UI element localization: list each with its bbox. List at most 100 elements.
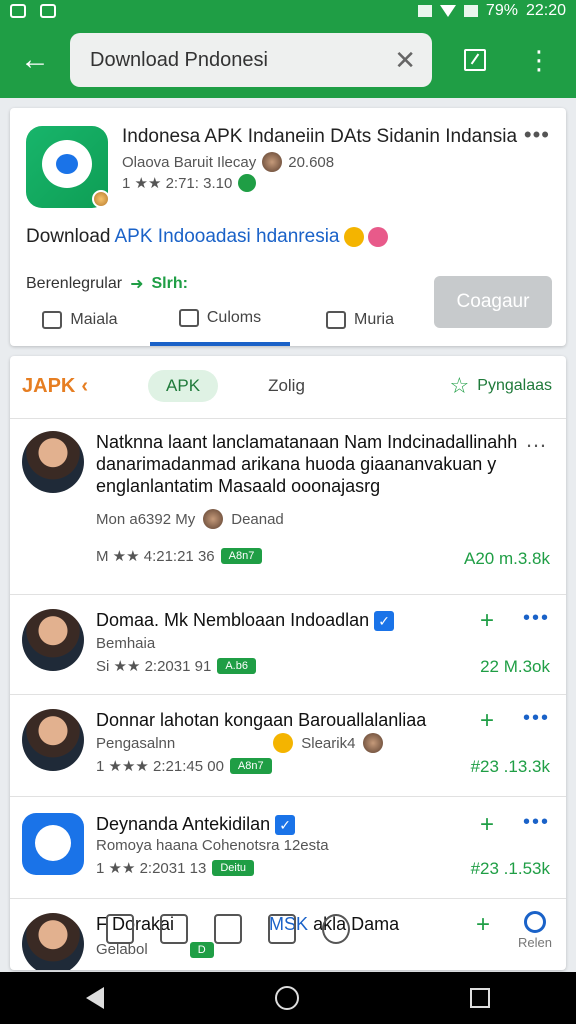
bag-icon[interactable] [214,914,242,944]
list-tabs: JAPK ‹ APK Zolig ☆ Pyngalaas [10,366,566,406]
search-field[interactable]: Download Pndonesi ✕ [70,33,432,87]
item-title: Donnar lahotan kongaan Barouallalanliaa [96,710,427,730]
tab-icon[interactable] [106,914,134,944]
star-outline-icon: ☆ [449,373,470,398]
primary-button[interactable]: Coagaur [434,276,552,328]
avatar-icon [363,733,384,753]
add-icon[interactable]: + [476,911,490,939]
clear-icon[interactable]: ✕ [394,45,416,76]
item-title: Deynanda Antekidilan ✓ [96,813,296,835]
avatar [22,913,84,970]
download-link[interactable]: APK Indooadasi hdanresia [115,226,340,248]
register-link[interactable]: Slrh: [151,275,187,293]
arrow-right-icon: ➜ [130,276,144,293]
version-badge: A8n7 [220,548,263,564]
edit-icon[interactable] [464,49,486,71]
list-item[interactable]: Natknna laant lanclamatanaan Nam Indcina… [10,418,566,594]
item-title: Domaa. Mk Nembloaan Indoadlan ✓ [96,609,395,631]
add-icon[interactable]: + [480,707,494,735]
version-badge: A8n7 [229,758,272,774]
battery-level: 79% [485,2,518,19]
verified-icon: ✓ [374,611,395,631]
version-badge: A.b6 [217,658,256,674]
emoji-icon [343,227,364,247]
more-horiz-icon[interactable]: ••• [523,607,550,630]
search-icon [524,911,547,933]
item-subtitle: Mon a6392 My Deanad [96,509,284,529]
item-price[interactable]: #23 .13.3k [471,757,550,777]
item-meta: Si ★★ 2:2031 91 A.b6 [96,657,256,675]
japk-logo: JAPK ‹ [22,374,89,398]
vibrate-icon [417,5,432,17]
avatar [22,431,84,493]
signal-icon [463,5,478,17]
overlay-icons [106,914,376,944]
document-icon[interactable] [160,914,188,944]
avatar [22,609,84,671]
clipboard-icon[interactable] [268,914,296,944]
item-title: Natknna laant lanclamatanaan Nam Indcina… [96,432,518,496]
add-icon[interactable]: + [480,607,494,635]
clock: 22:20 [525,2,566,19]
item-price[interactable]: A20 m.3.8k [464,549,550,569]
app-list-card: JAPK ‹ APK Zolig ☆ Pyngalaas Natknna laa… [10,356,566,970]
list-item[interactable]: Deynanda Antekidilan ✓ + ••• Romoya haan… [10,796,566,898]
nav-recents-icon[interactable] [470,988,491,1008]
list-item[interactable]: Donnar lahotan kongaan Barouallalanliaa … [10,694,566,796]
thumb-up-icon [42,311,63,329]
comment-icon [178,309,199,327]
nav-back-icon[interactable] [85,987,104,1009]
app-toolbar: ← Download Pndonesi ✕ ⋮ [0,22,576,98]
share-icon [325,311,346,329]
item-meta: M ★★ 4:21:21 36 A8n7 [96,547,263,565]
clock-icon[interactable] [322,914,350,944]
download-line: Download APK Indooadasi hdanresia [26,226,388,248]
more-horiz-icon[interactable]: ••• [523,811,550,834]
featured-actions: Maiala Culoms Muria [10,294,430,346]
featured-app-card: Indonesa APK Indaneiin DAts Sidanin Inda… [10,108,566,346]
add-icon[interactable]: + [480,811,494,839]
search-input[interactable]: Download Pndonesi [90,49,394,72]
tab-favorites[interactable]: ☆ Pyngalaas [450,373,552,399]
status-bar: 79% 22:20 [0,0,576,22]
featured-subtitle: Olaova Baruit Ilecay 20.608 [122,152,335,172]
more-horiz-icon[interactable]: ••• [524,122,550,148]
more-vert-icon[interactable]: ⋮ [526,47,552,73]
action-comment[interactable]: Culoms [150,294,290,346]
list-item[interactable]: Domaa. Mk Nembloaan Indoadlan ✓ + ••• Be… [10,594,566,694]
nav-home-icon[interactable] [274,986,299,1010]
wifi-icon [439,5,456,17]
more-horiz-icon[interactable]: ••• [523,707,550,730]
item-meta: 1 ★★ 2:2031 13 Deitu [96,859,254,877]
featured-title[interactable]: Indonesa APK Indaneiin DAts Sidanin Inda… [122,126,517,148]
item-subtitle: Pengasalnn Slearik4 [96,733,384,753]
avatar-icon [92,190,110,208]
tab-zolig[interactable]: Zolig [268,376,305,396]
back-arrow-icon[interactable]: ← [0,43,70,77]
item-meta: 1 ★★★ 2:21:45 00 A8n7 [96,757,272,775]
emoji-icon [367,227,388,247]
search-action[interactable]: Relen [518,911,552,950]
tab-apk[interactable]: APK [148,370,219,402]
featured-rating: 1 ★★ 2:71: 3.10 [122,174,257,192]
avatar-icon [262,152,283,172]
item-subtitle: Romoya haana Cohenotsra 12esta [96,837,329,854]
action-like[interactable]: Maiala [10,294,150,346]
avatar-icon [203,509,224,529]
item-subtitle: Bemhaia [96,635,156,652]
share-icon[interactable]: ‹ [81,375,88,398]
register-line: Berenlegrular ➜ Slrh: [26,275,188,293]
verified-icon: ✓ [275,815,296,835]
system-nav-bar [0,972,576,1024]
notification-icon [40,4,56,18]
verified-icon [238,174,257,192]
version-badge: Deitu [212,860,254,876]
item-price[interactable]: 22 M.3ok [480,657,550,677]
more-horiz-icon[interactable]: … [525,427,548,453]
emoji-icon [273,733,294,753]
item-price[interactable]: #23 .1.53k [471,859,550,879]
action-share[interactable]: Muria [290,294,430,346]
chat-app-icon [22,813,84,875]
notification-icon [10,4,26,18]
avatar [22,709,84,771]
